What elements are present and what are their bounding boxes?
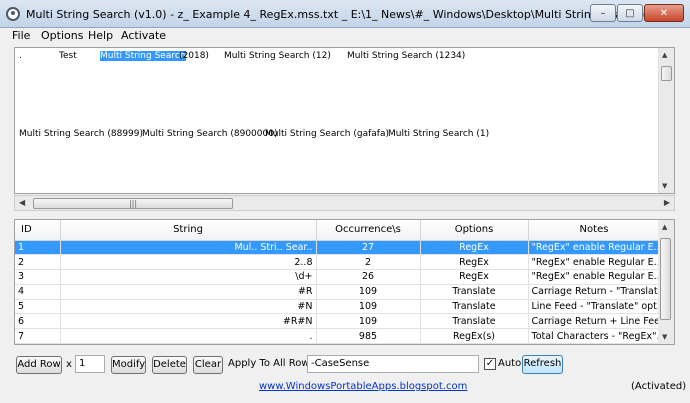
text-token: Multi String Search (88999) [19, 129, 144, 139]
cell-notes: Carriage Return + Line Feed [528, 313, 661, 330]
website-link[interactable]: www.WindowsPortableApps.blogspot.com [259, 381, 467, 392]
cell-id: 1 [15, 240, 61, 256]
table-row[interactable]: 6 #R#N 109 Translate Carriage Return + L… [15, 313, 661, 330]
table-row[interactable]: 3 \d+ 26 RegEx "RegEx" enable Regular E.… [15, 269, 661, 285]
cell-notes: Line Feed - "Translate" opt... [528, 299, 661, 315]
cell-occurrences: 2 [316, 254, 421, 271]
window-title: Multi String Search (v1.0) - z_ Example … [26, 8, 676, 21]
search-strings-grid: ID String Occurrence\s Options Notes 1 M… [14, 219, 675, 345]
cell-notes: "RegEx" enable Regular E... [528, 240, 661, 256]
text-token: Multi String Search (1) [388, 129, 490, 139]
multiplier-label: x [66, 359, 72, 370]
cell-occurrences: 109 [316, 299, 421, 315]
cell-notes: "RegEx" enable Regular E... [528, 254, 661, 271]
text-token: (2018) [179, 51, 209, 61]
cell-string: . [60, 328, 317, 344]
column-header-options[interactable]: Options [420, 220, 529, 241]
app-icon [6, 7, 20, 21]
refresh-button[interactable]: Refresh [522, 355, 563, 374]
table-row[interactable]: 2 2..8 2 RegEx "RegEx" enable Regular E.… [15, 254, 661, 271]
cell-string: Mul.. Stri.. Sear.. [60, 240, 317, 256]
column-header-occurrences[interactable]: Occurrence\s [316, 220, 421, 241]
apply-to-all-input[interactable]: -CaseSense [307, 355, 479, 373]
close-button[interactable]: ✕ [644, 4, 684, 22]
menu-file[interactable]: File [12, 29, 30, 42]
cell-notes: "RegEx" enable Regular E... [528, 269, 661, 285]
clear-button[interactable]: Clear [193, 356, 223, 374]
auto-checkbox[interactable]: ✓ [484, 358, 496, 370]
text-token: Multi String Search (1234) [347, 51, 466, 61]
grid-vertical-scrollbar[interactable]: ▲ ▼ [658, 220, 674, 344]
cell-id: 3 [15, 269, 61, 285]
scroll-down-icon[interactable]: ▼ [662, 333, 667, 341]
text-vertical-scrollbar[interactable]: ▲ ▼ [658, 48, 674, 193]
menu-options[interactable]: Options [41, 29, 83, 42]
cell-notes: Total Characters - "RegEx"... [528, 328, 661, 344]
scroll-up-icon[interactable]: ▲ [662, 223, 667, 231]
cell-options: Translate [420, 299, 529, 315]
scroll-right-icon[interactable]: ▶ [664, 198, 670, 207]
auto-label: Auto [498, 358, 522, 369]
delete-button[interactable]: Delete [152, 356, 187, 374]
cell-options: Translate [420, 284, 529, 300]
cell-occurrences: 109 [316, 313, 421, 330]
cell-occurrences: 109 [316, 284, 421, 300]
column-header-notes[interactable]: Notes [528, 220, 661, 241]
scroll-thumb[interactable] [660, 238, 671, 320]
menu-help[interactable]: Help [88, 29, 113, 42]
scroll-left-icon[interactable]: ◀ [19, 198, 25, 207]
modify-button[interactable]: Modify [111, 356, 146, 374]
cell-id: 6 [15, 313, 61, 330]
cell-options: RegEx [420, 254, 529, 271]
table-row[interactable]: 7 . 985 RegEx(s) Total Characters - "Reg… [15, 328, 661, 344]
scroll-up-icon[interactable]: ▲ [662, 51, 667, 59]
cell-options: RegEx [420, 269, 529, 285]
cell-id: 7 [15, 328, 61, 344]
cell-options: Translate [420, 313, 529, 330]
cell-string: #N [60, 299, 317, 315]
window-controls: – □ ✕ [589, 4, 684, 22]
text-horizontal-scrollbar[interactable]: ◀ ||| ▶ [14, 195, 675, 211]
cell-string: 2..8 [60, 254, 317, 271]
cell-string: \d+ [60, 269, 317, 285]
grid-header: ID String Occurrence\s Options Notes [15, 220, 661, 241]
cell-occurrences: 985 [316, 328, 421, 344]
search-text-area[interactable]: . Test Multi String Search (2018) Multi … [14, 47, 675, 194]
minimize-button[interactable]: – [590, 4, 616, 22]
cell-id: 4 [15, 284, 61, 300]
apply-to-all-label: Apply To All Rows: [228, 358, 319, 369]
menu-bar: File Options Help Activate [0, 28, 690, 44]
title-bar: Multi String Search (v1.0) - z_ Example … [0, 0, 690, 28]
menu-activate[interactable]: Activate [121, 29, 166, 42]
column-header-string[interactable]: String [60, 220, 317, 241]
text-token: Multi String Search (8900000) [142, 129, 278, 139]
cell-string: #R [60, 284, 317, 300]
cell-id: 2 [15, 254, 61, 271]
selected-text: Multi String Search [100, 51, 186, 61]
activation-status: (Activated) [631, 381, 687, 392]
maximize-button[interactable]: □ [617, 4, 643, 22]
cell-string: #R#N [60, 313, 317, 330]
cell-notes: Carriage Return - "Translat... [528, 284, 661, 300]
table-row[interactable]: 1 Mul.. Stri.. Sear.. 27 RegEx "RegEx" e… [15, 240, 661, 256]
column-header-id[interactable]: ID [15, 220, 61, 241]
add-row-button[interactable]: Add Row [16, 356, 62, 374]
text-token: Multi String Search (gafafa) [265, 129, 389, 139]
text-token: . [19, 51, 22, 61]
scroll-thumb[interactable] [661, 66, 672, 81]
scroll-thumb[interactable]: ||| [33, 198, 233, 209]
table-row[interactable]: 4 #R 109 Translate Carriage Return - "Tr… [15, 284, 661, 300]
cell-options: RegEx(s) [420, 328, 529, 344]
cell-occurrences: 27 [316, 240, 421, 256]
scroll-down-icon[interactable]: ▼ [662, 182, 667, 190]
text-token: Multi String Search (12) [224, 51, 331, 61]
table-row[interactable]: 5 #N 109 Translate Line Feed - "Translat… [15, 299, 661, 315]
cell-id: 5 [15, 299, 61, 315]
cell-options: RegEx [420, 240, 529, 256]
text-token: Test [59, 51, 77, 61]
row-count-input[interactable]: 1 [75, 355, 105, 373]
cell-occurrences: 26 [316, 269, 421, 285]
